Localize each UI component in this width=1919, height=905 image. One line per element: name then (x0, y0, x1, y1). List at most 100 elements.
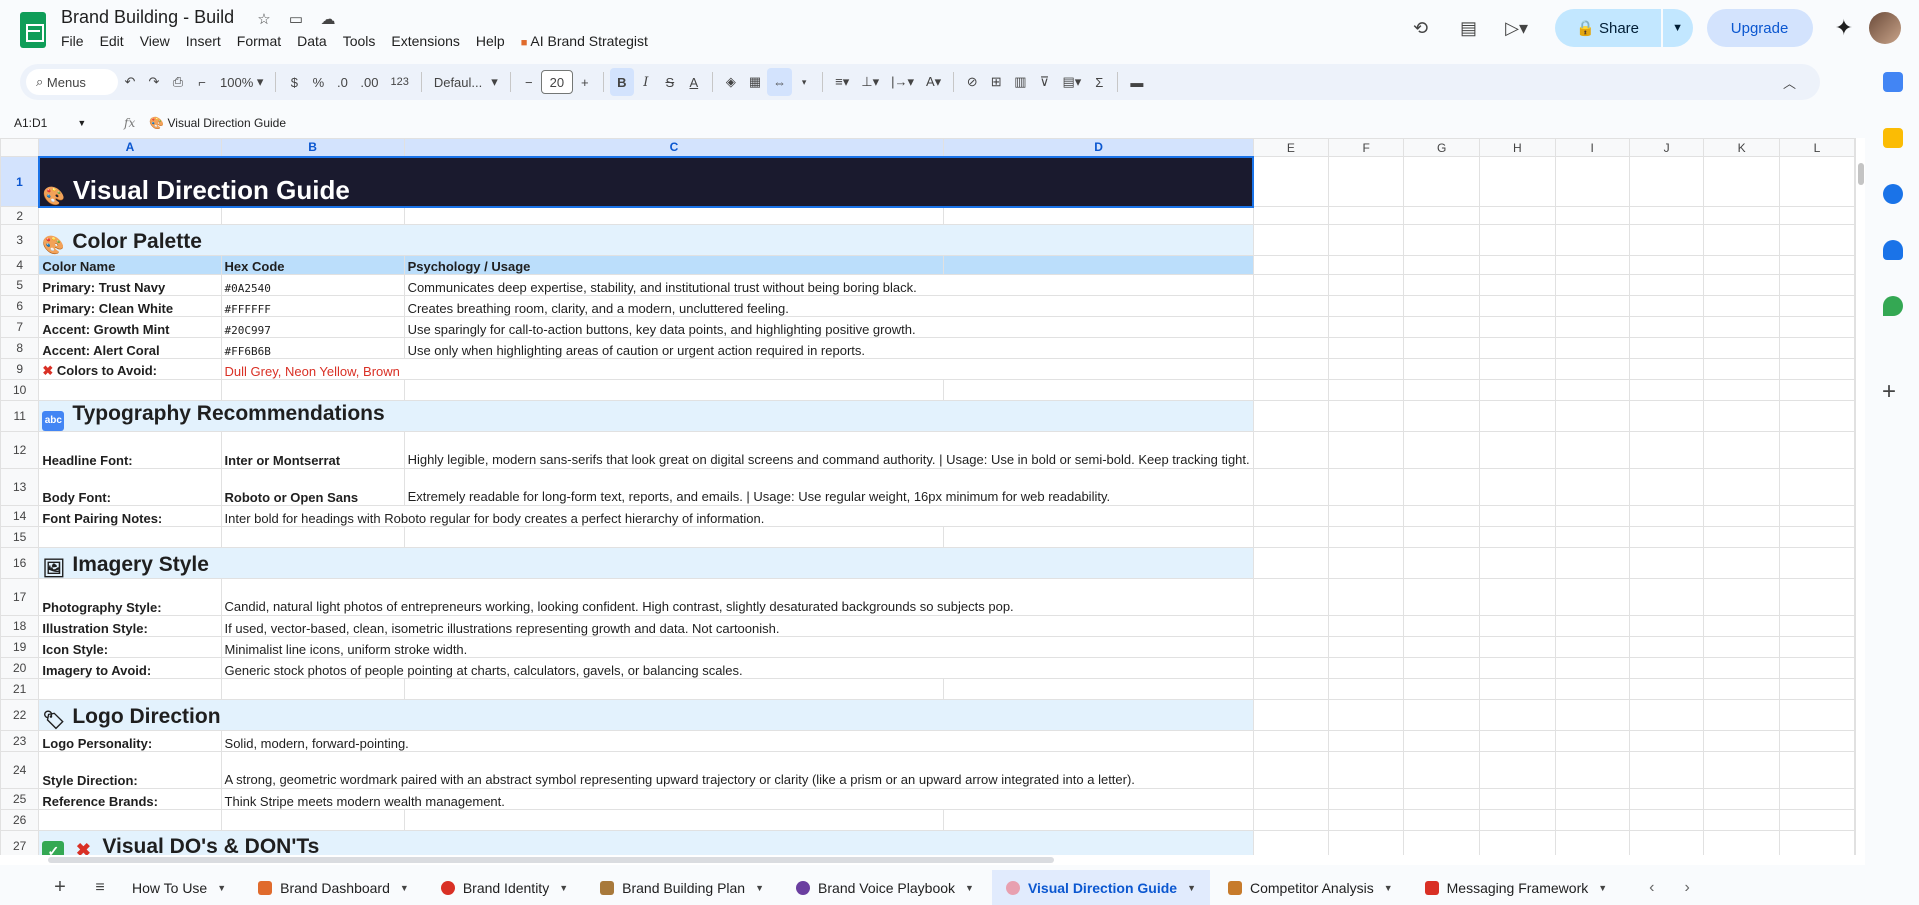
add-sheet-icon[interactable]: + (46, 876, 74, 899)
menu-tools[interactable]: Tools (343, 33, 376, 49)
section-dos-donts[interactable]: ✓ ✖ Visual DO's & DON'Ts (38, 830, 1254, 855)
formula-input[interactable]: 🎨 Visual Direction Guide (149, 116, 286, 130)
collapse-toolbar-icon[interactable]: ︿ (1777, 68, 1802, 96)
sheet-grid[interactable]: A B C D E F G H I J K L 1 🎨 Visual Direct… (0, 138, 1855, 855)
print-icon[interactable]: ⎙ (166, 68, 190, 96)
cell[interactable]: Headline Font: (38, 431, 222, 469)
sheets-logo-icon[interactable] (20, 12, 46, 48)
cell[interactable]: Candid, natural light photos of entrepre… (220, 578, 1254, 616)
functions-button[interactable]: Σ (1087, 68, 1111, 96)
fill-color-icon[interactable]: ◈ (719, 68, 743, 96)
cell[interactable]: Primary: Trust Navy (38, 274, 222, 296)
cell[interactable]: Communicates deep expertise, stability, … (403, 274, 1254, 296)
tasks-icon[interactable] (1883, 184, 1903, 204)
menu-edit[interactable]: Edit (100, 33, 124, 49)
font-family-select[interactable]: Defaul... ▾ (428, 68, 504, 96)
calendar-icon[interactable] (1883, 72, 1903, 92)
borders-icon[interactable]: ▦ (743, 68, 767, 96)
row-header[interactable]: 19 (0, 636, 40, 658)
sheet-tab-brand-dashboard[interactable]: Brand Dashboard ▼ (244, 870, 423, 905)
cell[interactable]: #FFFFFF (220, 295, 405, 317)
row-header[interactable]: 7 (0, 316, 40, 338)
name-box[interactable]: A1:D1 ▼ (8, 111, 104, 135)
menu-extensions[interactable]: Extensions (391, 33, 459, 49)
number-format-button[interactable]: 123 (384, 68, 414, 96)
upgrade-button[interactable]: Upgrade (1706, 9, 1813, 47)
table-header-cell[interactable] (943, 255, 1254, 275)
column-header-e[interactable]: E (1252, 138, 1330, 157)
move-folder-icon[interactable]: ▭ (285, 10, 307, 28)
meet-icon[interactable]: ▷▾ (1499, 10, 1535, 46)
italic-button[interactable]: I (634, 68, 658, 96)
share-button[interactable]: 🔒 Share (1554, 9, 1661, 47)
cell[interactable]: Primary: Clean White (38, 295, 222, 317)
column-header-c[interactable]: C (403, 138, 945, 157)
horizontal-scroll-thumb[interactable] (48, 857, 1054, 863)
decrease-font-size-icon[interactable]: − (517, 68, 541, 96)
column-header-b[interactable]: B (220, 138, 405, 157)
paint-format-icon[interactable]: ⌐ (190, 68, 214, 96)
column-header-d[interactable]: D (943, 138, 1254, 157)
row-header[interactable]: 5 (0, 274, 40, 296)
row-header[interactable]: 27 (0, 830, 40, 855)
table-header-cell[interactable]: Hex Code (220, 255, 405, 275)
cell[interactable]: Minimalist line icons, uniform stroke wi… (220, 636, 1254, 658)
row-header[interactable]: 16 (0, 547, 40, 579)
increase-font-size-icon[interactable]: + (573, 68, 597, 96)
menu-view[interactable]: View (140, 33, 170, 49)
column-header-k[interactable]: K (1703, 138, 1780, 157)
menu-data[interactable]: Data (297, 33, 327, 49)
share-dropdown-icon[interactable]: ▼ (1662, 9, 1693, 47)
sheet-tab-competitor-analysis[interactable]: Competitor Analysis ▼ (1214, 870, 1407, 905)
undo-icon[interactable]: ↶ (118, 68, 142, 96)
cell[interactable]: A strong, geometric wordmark paired with… (220, 751, 1254, 789)
menu-search[interactable]: ⌕ Menus (26, 69, 118, 95)
cell[interactable]: Inter bold for headings with Roboto regu… (220, 505, 1254, 527)
vertical-scrollbar[interactable] (1855, 138, 1865, 855)
column-header-g[interactable]: G (1403, 138, 1481, 157)
horizontal-align-icon[interactable]: ≡▾ (829, 68, 855, 96)
row-header[interactable]: 6 (0, 295, 40, 317)
cell[interactable]: Dull Grey, Neon Yellow, Brown (220, 358, 1254, 380)
cell[interactable]: Use only when highlighting areas of caut… (403, 337, 1254, 359)
cell[interactable]: Highly legible, modern sans-serifs that … (403, 431, 1254, 469)
cell[interactable]: ✖ Colors to Avoid: (38, 358, 222, 380)
row-header[interactable]: 18 (0, 615, 40, 637)
cell[interactable]: Imagery to Avoid: (38, 657, 222, 679)
section-typography[interactable]: abc Typography Recommendations (38, 400, 1254, 432)
text-color-button[interactable]: A (682, 68, 706, 96)
cell[interactable]: Photography Style: (38, 578, 222, 616)
row-header[interactable]: 9 (0, 358, 40, 380)
cell[interactable]: Illustration Style: (38, 615, 222, 637)
all-sheets-icon[interactable]: ≡ (86, 879, 114, 897)
cell[interactable]: #0A2540 (220, 274, 405, 296)
column-header-l[interactable]: L (1778, 138, 1855, 157)
currency-format-button[interactable]: $ (282, 68, 306, 96)
avatar[interactable] (1869, 12, 1901, 44)
filter-icon[interactable]: ⊽ (1033, 68, 1057, 96)
sheet-tab-brand-identity[interactable]: Brand Identity ▼ (427, 870, 582, 905)
font-size-input[interactable]: 20 (540, 70, 573, 94)
filter-views-icon[interactable]: ▤▾ (1057, 68, 1088, 96)
merge-cells-icon[interactable]: ⇔ (767, 68, 793, 96)
maps-icon[interactable] (1883, 296, 1903, 316)
insert-link-icon[interactable]: ⊘ (960, 68, 984, 96)
document-title[interactable]: Brand Building - Build (61, 7, 234, 28)
select-all-corner[interactable] (0, 138, 40, 157)
chevron-right-icon[interactable]: › (1684, 879, 1689, 897)
cell[interactable]: Body Font: (38, 468, 222, 506)
gemini-sparkle-icon[interactable]: ✦ (1835, 15, 1853, 41)
cell[interactable]: Logo Personality: (38, 730, 222, 752)
sheet-tab-messaging-framework[interactable]: Messaging Framework ▼ (1411, 870, 1622, 905)
menu-help[interactable]: Help (476, 33, 505, 49)
row-header[interactable]: 13 (0, 468, 40, 506)
keep-icon[interactable] (1883, 128, 1903, 148)
sheet-title-cell[interactable]: 🎨 Visual Direction Guide (37, 155, 1255, 208)
row-header[interactable]: 3 (0, 224, 40, 256)
vertical-scroll-thumb[interactable] (1858, 163, 1864, 185)
cell[interactable]: Roboto or Open Sans (220, 468, 405, 506)
row-header[interactable]: 24 (0, 751, 40, 789)
chevron-left-icon[interactable]: ‹ (1649, 879, 1654, 897)
column-header-i[interactable]: I (1554, 138, 1630, 157)
cloud-status-icon[interactable]: ☁ (317, 10, 339, 28)
